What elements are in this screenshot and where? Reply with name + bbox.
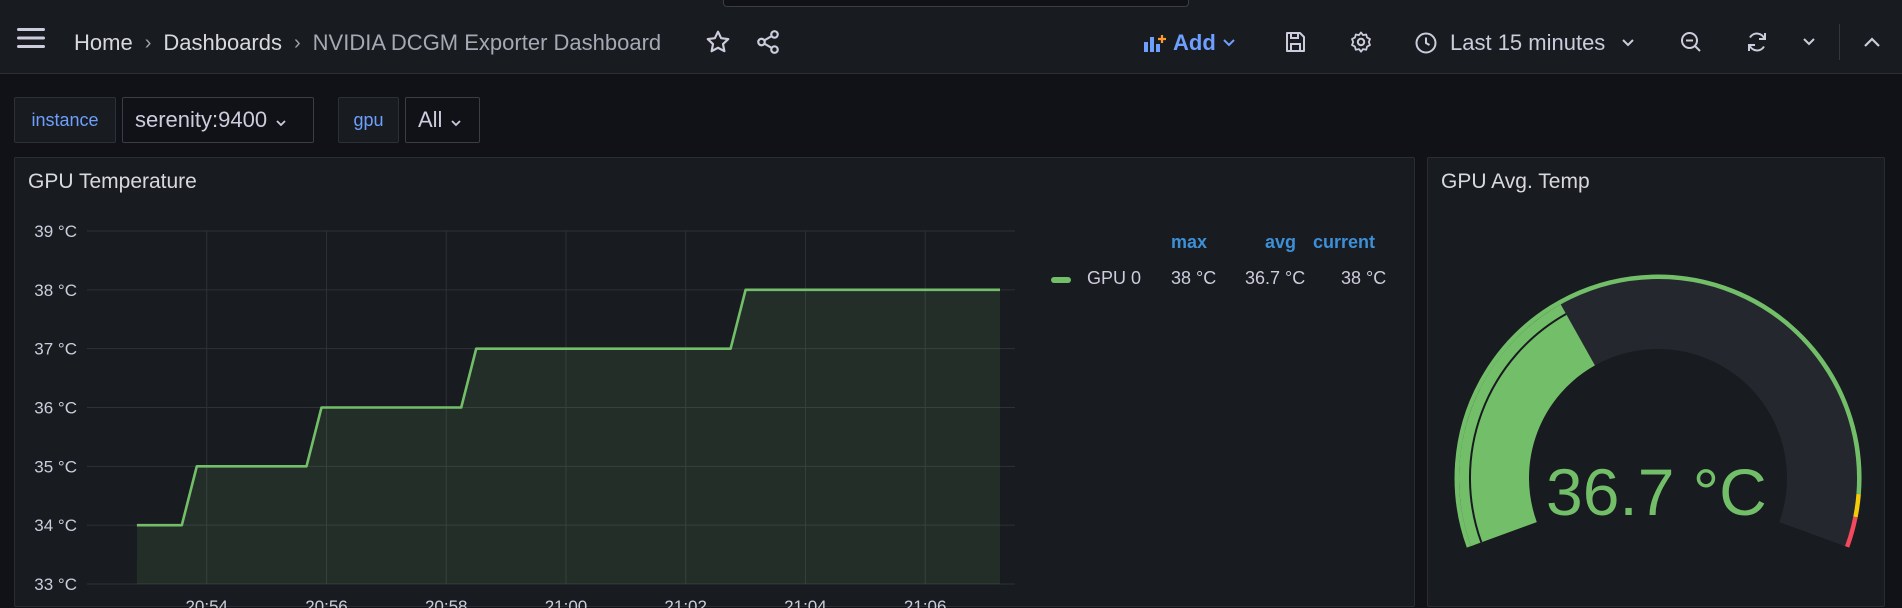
gear-icon[interactable] (1348, 29, 1374, 55)
top-navbar: Home › Dashboards › NVIDIA DCGM Exporter… (0, 0, 1902, 74)
gpu-avg-temp-panel: GPU Avg. Temp 36.7 °C (1427, 157, 1885, 607)
chevron-up-icon[interactable] (1860, 32, 1884, 52)
chevron-down-icon (450, 107, 462, 133)
legend-header-max[interactable]: max (1171, 232, 1207, 253)
x-tick-label: 21:00 (545, 597, 588, 608)
search-bar[interactable] (723, 0, 1189, 7)
time-range-label: Last 15 minutes (1450, 30, 1606, 55)
breadcrumb-separator: › (144, 31, 152, 54)
y-tick-label: 39 °C (34, 222, 77, 241)
dashboard-title: NVIDIA DCGM Exporter Dashboard (312, 30, 662, 55)
breadcrumb-dashboards[interactable]: Dashboards (163, 30, 282, 56)
y-tick-label: 38 °C (34, 281, 77, 300)
chevron-down-icon (1222, 38, 1236, 48)
legend-value-avg: 36.7 °C (1245, 268, 1306, 288)
variable-label-instance: instance (14, 97, 116, 143)
zoom-out-icon[interactable] (1678, 29, 1704, 55)
y-tick-label: 35 °C (34, 457, 77, 476)
series-area-fill (136, 289, 1001, 584)
x-tick-label: 21:02 (664, 597, 707, 608)
add-button[interactable]: Add (1143, 28, 1236, 58)
variable-select-gpu[interactable]: All (405, 97, 480, 143)
y-tick-label: 33 °C (34, 575, 77, 594)
legend-header-current[interactable]: current (1313, 232, 1375, 253)
y-tick-label: 37 °C (34, 340, 77, 359)
y-tick-label: 34 °C (34, 516, 77, 535)
legend-series-name[interactable]: GPU 0 (1087, 268, 1141, 289)
share-icon[interactable] (755, 29, 781, 55)
breadcrumb-separator: › (294, 31, 301, 54)
refresh-icon[interactable] (1744, 29, 1770, 55)
add-panel-icon (1143, 32, 1167, 54)
legend-value-current: 38 °C (1341, 268, 1387, 288)
variable-select-instance[interactable]: serenity:9400 (122, 97, 314, 143)
variable-label-gpu: gpu (338, 97, 399, 143)
chevron-down-icon (1621, 38, 1635, 48)
menu-icon[interactable] (15, 24, 47, 52)
gpu-temperature-panel: GPU Temperature 39 °C 38 °C 37 °C 36 °C 35 °… (14, 157, 1415, 608)
x-tick-label: 20:54 (185, 597, 228, 608)
x-tick-label: 21:04 (784, 597, 827, 608)
save-icon[interactable] (1282, 29, 1308, 55)
temperature-gauge (1454, 274, 1862, 548)
x-tick-label: 20:58 (425, 597, 468, 608)
chevron-down-icon (275, 107, 287, 133)
legend-series-swatch (1051, 277, 1071, 283)
star-icon[interactable] (705, 29, 731, 55)
breadcrumb-home[interactable]: Home (74, 30, 133, 56)
refresh-interval-chevron-icon[interactable] (1800, 32, 1818, 52)
temperature-line-chart: 39 °C 38 °C 37 °C 36 °C 35 °C 34 °C 33 °C 20:54… (34, 222, 1015, 608)
x-tick-label: 21:06 (904, 597, 947, 608)
y-tick-label: 36 °C (34, 399, 77, 418)
divider (1839, 24, 1840, 60)
x-tick-label: 20:56 (305, 597, 348, 608)
add-button-label: Add (1173, 30, 1216, 55)
legend-value-max: 38 °C (1171, 268, 1217, 288)
clock-icon (1414, 31, 1438, 55)
legend-header-avg[interactable]: avg (1265, 232, 1296, 253)
breadcrumb: Home › Dashboards › NVIDIA DCGM Exporter… (74, 28, 661, 58)
time-picker[interactable]: Last 15 minutes (1414, 28, 1635, 58)
variable-value: serenity:9400 (135, 107, 268, 132)
variable-value: All (418, 107, 443, 132)
gauge-value: 36.7 °C (1546, 455, 1767, 529)
